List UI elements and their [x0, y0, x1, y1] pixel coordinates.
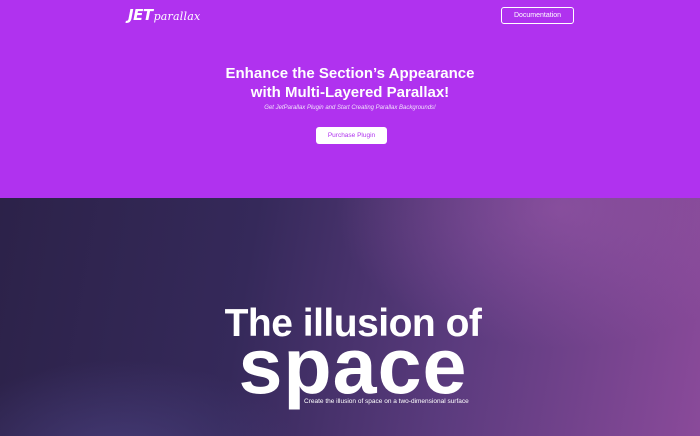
logo-parallax-text: parallax	[153, 10, 201, 23]
parallax-title-line-2: space	[238, 321, 468, 410]
logo-jet-text: JET	[128, 6, 153, 24]
hero-section: JET parallax Documentation Enhance the S…	[0, 0, 700, 198]
jetparallax-logo[interactable]: JET parallax	[128, 6, 200, 26]
hero-subtitle: Get JetParallax Plugin and Start Creatin…	[264, 105, 436, 111]
hero-title-line-2: with Multi-Layered Parallax!	[250, 84, 450, 101]
hero-title: Enhance the Section’s Appearance with Mu…	[0, 64, 700, 102]
page: JET parallax Documentation Enhance the S…	[0, 0, 700, 436]
documentation-button[interactable]: Documentation	[501, 7, 574, 24]
parallax-subtitle: Create the illusion of space on a two-di…	[304, 398, 469, 405]
purchase-plugin-button[interactable]: Purchase Plugin	[316, 127, 387, 144]
hero-title-line-1: Enhance the Section’s Appearance	[225, 65, 475, 82]
